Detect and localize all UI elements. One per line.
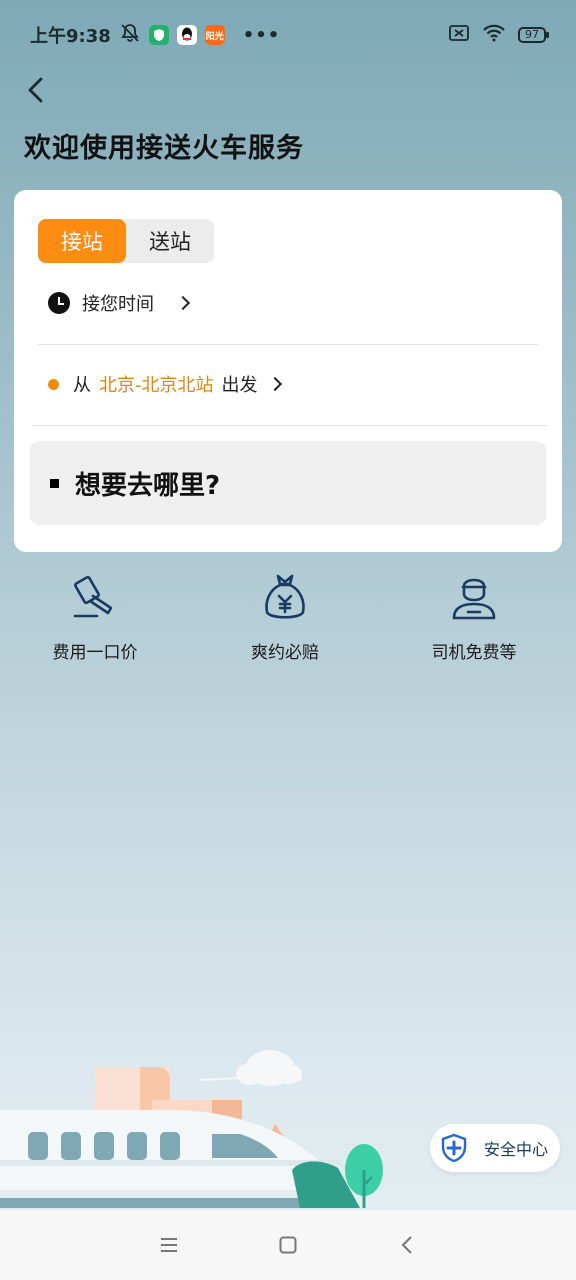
from-prefix: 从 [73, 375, 91, 396]
shield-plus-icon [431, 1125, 477, 1171]
sunshine-app-icon: 阳光 [204, 25, 225, 45]
back-button[interactable] [20, 72, 50, 108]
hammer-icon [73, 575, 113, 618]
page-title: 欢迎使用接送火车服务 [24, 133, 304, 164]
back-triangle-icon [401, 1236, 412, 1254]
system-nav-bar [0, 1210, 576, 1280]
wifi-icon [482, 24, 506, 47]
feature-label: 司机免费等 [431, 643, 517, 663]
back-arrow-icon [28, 77, 43, 103]
menu-icon [161, 1238, 178, 1252]
service-features: 费用一口价 爽约必赔 司机免费等 [0, 570, 576, 670]
safety-center-button[interactable]: 安全中心 [430, 1124, 560, 1172]
status-bar: 上午9:38 阳光 ••• 97 [0, 0, 576, 70]
feature-no-show-compensation: 爽约必赔 [205, 570, 365, 663]
divider [38, 344, 538, 345]
tab-dropoff[interactable]: 送站 [126, 219, 214, 263]
home-nav-button[interactable] [268, 1225, 308, 1265]
chevron-right-icon [267, 376, 282, 392]
mute-notification-icon [119, 22, 141, 49]
from-station: 北京-北京北站 [99, 375, 214, 396]
more-notifications-icon: ••• [242, 24, 281, 46]
safety-center-label: 安全中心 [484, 1140, 549, 1159]
pickup-time-label: 接您时间 [82, 294, 154, 315]
feature-free-waiting: 司机免费等 [394, 570, 554, 663]
money-bag-icon [265, 574, 305, 619]
feature-fixed-price: 费用一口价 [15, 570, 175, 663]
service-type-tabs: 接站 送站 [38, 219, 214, 263]
security-app-icon [148, 25, 169, 45]
pickup-time-selector[interactable]: 接您时间 [48, 290, 191, 316]
booking-card: 接站 送站 接您时间 从 北京-北京北站 出发 想要去哪里? [14, 190, 562, 552]
destination-placeholder: 想要去哪里? [75, 470, 221, 501]
status-time: 上午9:38 [30, 26, 111, 47]
from-suffix: 出发 [221, 375, 258, 396]
clock-icon [48, 292, 70, 314]
qq-app-icon [176, 25, 197, 45]
destination-input[interactable]: 想要去哪里? [30, 441, 546, 525]
no-sim-icon [448, 24, 470, 47]
divider [32, 425, 548, 426]
cloud-icon [236, 1050, 302, 1086]
departure-station-selector[interactable]: 从 北京-北京北站 出发 [48, 371, 282, 397]
tab-pickup[interactable]: 接站 [38, 219, 126, 263]
origin-dot-icon [48, 378, 59, 390]
driver-icon [452, 578, 496, 620]
battery-indicator: 97 [518, 27, 549, 43]
home-square-icon [279, 1236, 297, 1254]
back-nav-button[interactable] [387, 1225, 427, 1265]
menu-nav-button[interactable] [149, 1225, 189, 1265]
feature-label: 爽约必赔 [251, 643, 319, 663]
destination-marker-icon [50, 478, 59, 488]
feature-label: 费用一口价 [52, 643, 138, 663]
chevron-right-icon [175, 295, 191, 311]
